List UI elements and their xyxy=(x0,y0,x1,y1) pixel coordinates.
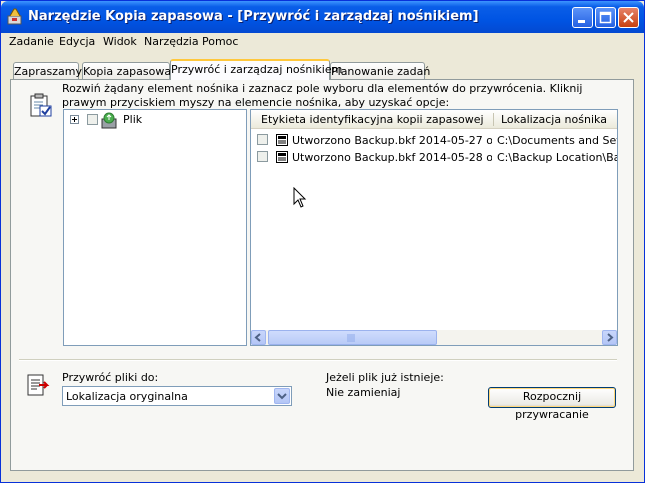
dropdown-button[interactable] xyxy=(274,388,290,404)
row-checkbox[interactable] xyxy=(257,151,268,162)
row-label: Utworzono Backup.bkf 2014-05-27 o 2... xyxy=(292,134,492,147)
list-header: Etykieta identyfikacyjna kopii zapasowej… xyxy=(251,110,617,129)
instructions-text: Rozwiń żądany element nośnika i zaznacz … xyxy=(62,82,583,109)
tab-zapraszamy[interactable]: Zapraszamy xyxy=(13,62,82,79)
backup-app-icon xyxy=(7,8,22,25)
arrow-left-icon xyxy=(254,333,261,342)
row-label: Utworzono Backup.bkf 2014-05-28 o 1... xyxy=(292,151,492,164)
tab-przywroc[interactable]: Przywróć i zarządzaj nośnikiem xyxy=(170,59,342,80)
menu-widok[interactable]: Widok xyxy=(103,35,137,48)
menu-narzedzia[interactable]: Narzędzia xyxy=(144,35,199,48)
row-location: C:\Documents and Settin xyxy=(497,134,617,147)
restore-clipboard-icon xyxy=(30,93,52,117)
close-icon xyxy=(623,12,634,23)
scroll-thumb[interactable] xyxy=(268,330,437,345)
mouse-cursor-icon xyxy=(293,187,307,208)
backup-file-icon xyxy=(276,151,288,163)
tree-item-plik[interactable]: Plik xyxy=(70,112,220,129)
minimize-icon xyxy=(578,20,585,23)
column-header-location[interactable]: Lokalizacja nośnika xyxy=(501,113,607,126)
restore-location-value: Lokalizacja oryginalna xyxy=(66,390,188,403)
row-location: C:\Backup Location\Bac xyxy=(497,151,617,164)
chevron-down-icon xyxy=(277,393,287,400)
restore-to-label: Przywróć pliki do: xyxy=(62,371,159,384)
expand-plus-icon[interactable] xyxy=(70,115,79,124)
menu-edycja[interactable]: Edycja xyxy=(59,35,95,48)
backup-file-icon xyxy=(276,134,288,146)
menu-pomoc[interactable]: Pomoc xyxy=(202,35,238,48)
title-bar[interactable]: Narzędzie Kopia zapasowa - [Przywróć i z… xyxy=(1,1,644,33)
tab-planowanie[interactable]: Planowanie zadań xyxy=(330,62,430,79)
maximize-button[interactable] xyxy=(595,7,616,28)
column-separator[interactable] xyxy=(493,113,494,126)
section-divider xyxy=(19,359,617,361)
minimize-button[interactable] xyxy=(572,7,593,28)
restore-files-icon xyxy=(27,374,50,396)
media-tree[interactable]: Plik xyxy=(63,109,247,346)
tree-item-label: Plik xyxy=(123,113,143,126)
window-title: Narzędzie Kopia zapasowa - [Przywróć i z… xyxy=(28,9,479,24)
grip-icon xyxy=(347,334,355,342)
menu-bar: Zadanie Edycja Widok Narzędzia Pomoc xyxy=(1,33,644,52)
arrow-right-icon xyxy=(607,333,614,342)
maximize-icon xyxy=(599,11,612,24)
app-window: Narzędzie Kopia zapasowa - [Przywróć i z… xyxy=(0,0,645,483)
tab-kopia-zapasowa[interactable]: Kopia zapasowa xyxy=(82,62,171,79)
list-row[interactable]: Utworzono Backup.bkf 2014-05-27 o 2... C… xyxy=(251,132,617,149)
start-restore-button[interactable]: Rozpocznij przywracanie xyxy=(488,387,616,421)
close-button[interactable] xyxy=(618,7,639,28)
menu-zadanie[interactable]: Zadanie xyxy=(9,35,54,48)
horizontal-scrollbar[interactable] xyxy=(251,330,617,345)
restore-location-select[interactable]: Lokalizacja oryginalna xyxy=(62,386,292,406)
tree-item-checkbox[interactable] xyxy=(87,114,98,125)
file-media-icon xyxy=(101,112,117,129)
scroll-left-button[interactable] xyxy=(251,330,266,345)
file-exists-label: Jeżeli plik już istnieje: xyxy=(326,371,444,384)
list-row[interactable]: Utworzono Backup.bkf 2014-05-28 o 1... C… xyxy=(251,149,617,166)
row-checkbox[interactable] xyxy=(257,134,268,145)
scroll-right-button[interactable] xyxy=(602,330,617,345)
backup-list[interactable]: Etykieta identyfikacyjna kopii zapasowej… xyxy=(250,109,618,346)
column-header-label[interactable]: Etykieta identyfikacyjna kopii zapasowej xyxy=(261,113,484,126)
file-exists-value: Nie zamieniaj xyxy=(326,386,401,399)
